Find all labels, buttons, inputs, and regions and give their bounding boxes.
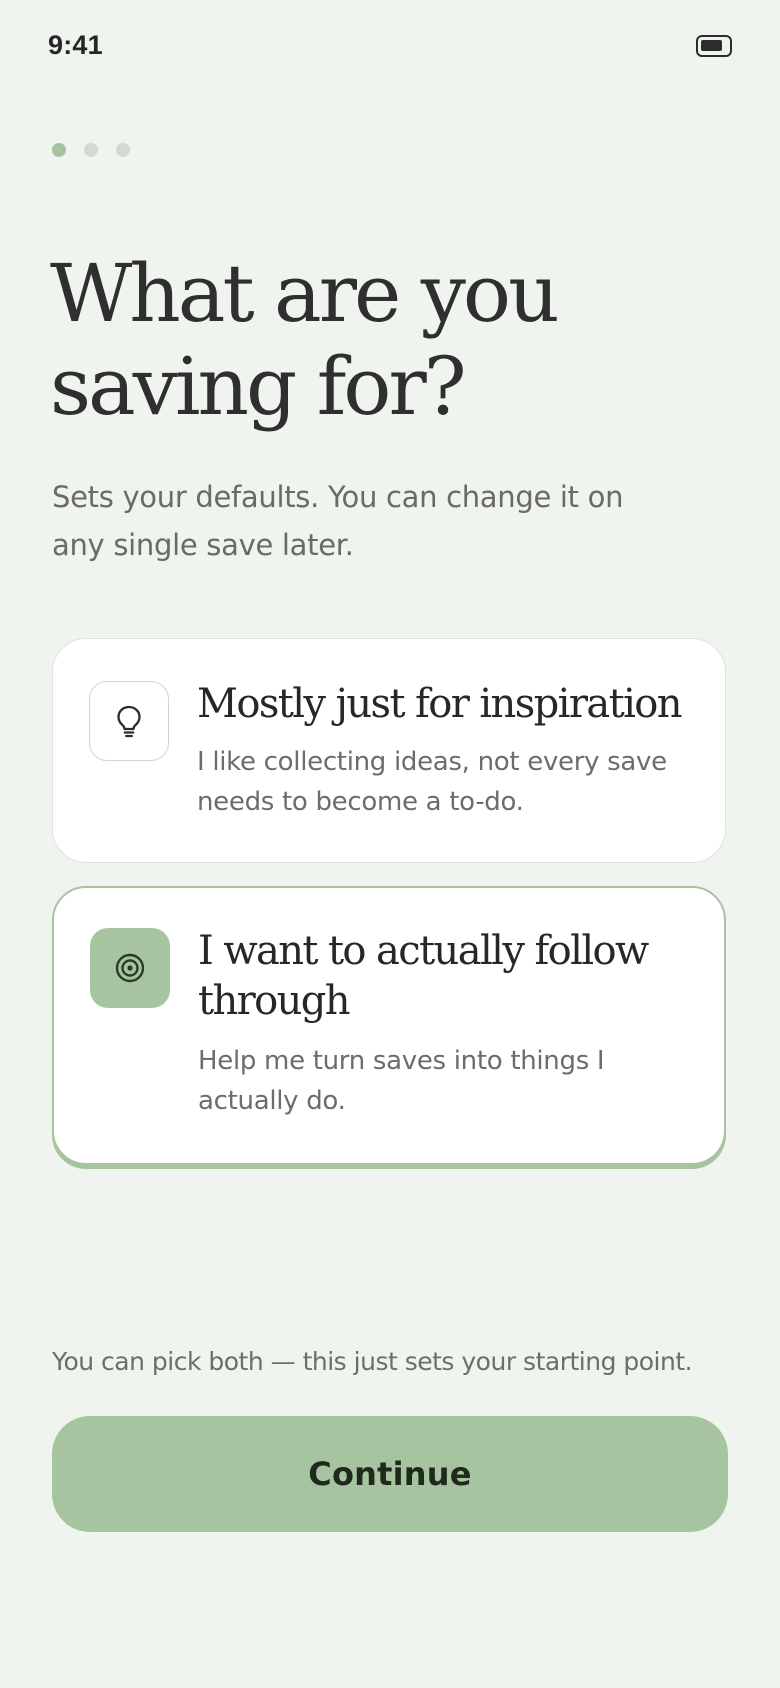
lightbulb-icon [117,705,141,738]
onboarding-progress-dots [52,143,130,157]
option-description: I like collecting ideas, not every save … [197,747,667,817]
option-icon-container [90,928,170,1008]
target-icon [115,953,145,983]
status-bar: 9:41 [0,0,780,96]
option-description: Help me turn saves into things I actuall… [198,1046,605,1116]
option-icon-container [89,681,169,761]
progress-dot-step-1 [52,143,66,157]
option-card-inspiration[interactable]: Mostly just for inspiration I like colle… [52,638,726,863]
option-title: Mostly just for inspiration [197,681,683,727]
status-time: 9:41 [48,30,103,60]
page-subtitle: Sets your defaults. You can change it on… [52,480,624,562]
battery-icon [696,35,732,57]
option-title: I want to actually follow through [198,928,649,1024]
progress-dot-step-2 [84,143,98,157]
option-card-follow-through[interactable]: I want to actually follow through Help m… [52,886,726,1165]
page-title: What are you saving for? [50,247,560,433]
battery-level [701,40,722,51]
progress-dot-step-3 [116,143,130,157]
footer-note: You can pick both — this just sets your … [52,1347,693,1376]
continue-button[interactable]: Continue [52,1416,728,1532]
